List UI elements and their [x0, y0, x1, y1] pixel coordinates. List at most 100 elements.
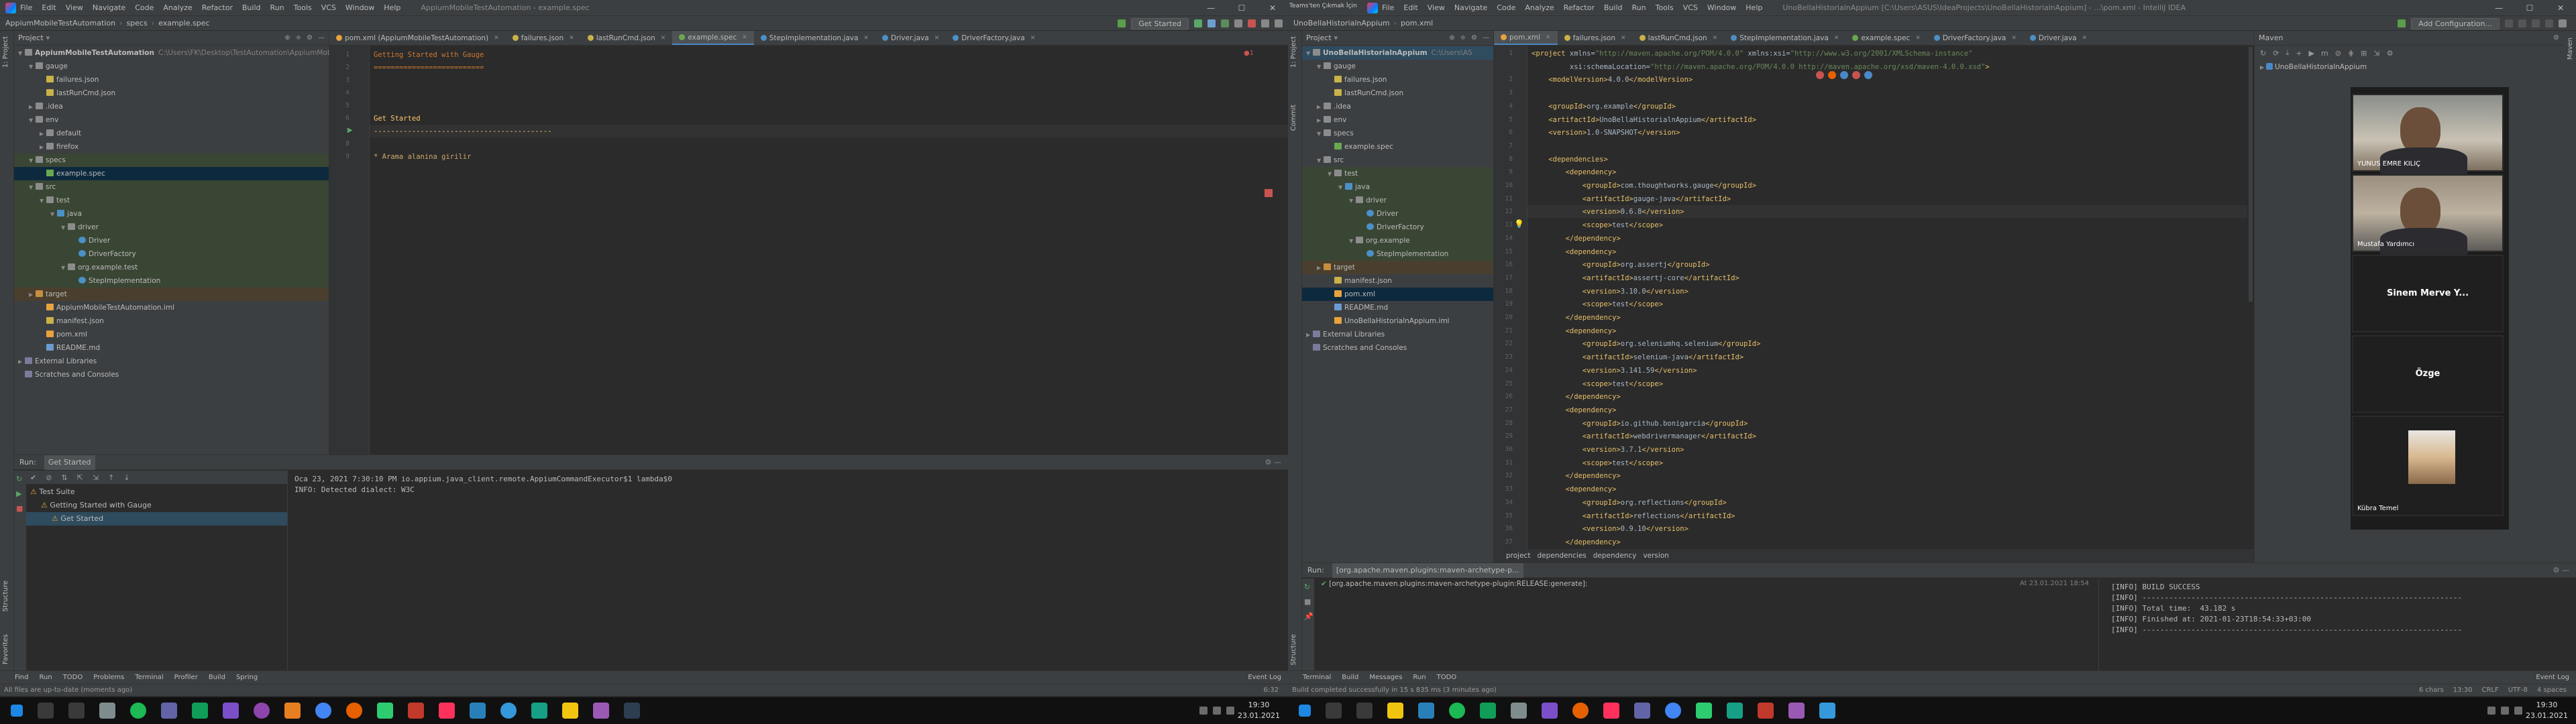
close-tab-icon[interactable]: ✕	[494, 31, 499, 46]
build-hammer-icon[interactable]	[2398, 19, 2406, 27]
xml-breadcrumb-item[interactable]: dependency	[1593, 552, 1637, 560]
bottom-tab-todo[interactable]: TODO	[1437, 674, 1457, 681]
run-icon[interactable]	[2505, 19, 2513, 27]
tree-item[interactable]: Driver	[1302, 207, 1493, 221]
menu-code[interactable]: Code	[1497, 3, 1515, 12]
tree-item[interactable]: ▼ env	[14, 113, 329, 127]
xml-breadcrumb-item[interactable]: dependencies	[1537, 552, 1586, 560]
maximize-icon[interactable]: ☐	[2514, 0, 2545, 16]
taskbar-clock[interactable]: 19:30 23.01.2021	[2526, 700, 2568, 721]
stop-run-icon[interactable]: ■	[1304, 597, 1311, 606]
menu-navigate[interactable]: Navigate	[1454, 3, 1487, 12]
chrome-icon[interactable]	[1665, 703, 1681, 719]
tree-item[interactable]: ▼ gauge	[14, 60, 329, 73]
generate-sources-icon[interactable]: ⟳	[2273, 49, 2279, 58]
status-indicator[interactable]: 6 chars	[2419, 686, 2444, 694]
menu-edit[interactable]: Edit	[42, 3, 56, 12]
editor-tab[interactable]: Driver.java ✕	[2023, 31, 2094, 45]
close-tab-icon[interactable]: ✕	[1621, 31, 1626, 46]
run-gutter-icon[interactable]: ▶	[347, 127, 353, 134]
firefox-preview-icon[interactable]	[1828, 71, 1836, 79]
outlook-icon[interactable]	[1819, 703, 1835, 719]
calculator-icon[interactable]	[1511, 703, 1527, 719]
project-panel-title[interactable]: Project	[1306, 34, 1332, 42]
bottom-tab-spring[interactable]: Spring	[236, 674, 258, 681]
show-passed-icon[interactable]: ✔	[30, 473, 36, 482]
event-log-tab[interactable]: Event Log	[1248, 674, 1281, 681]
tree-item[interactable]: ▶ target	[14, 288, 329, 301]
menu-run[interactable]: Run	[270, 3, 284, 12]
debug-icon[interactable]	[2518, 19, 2526, 27]
maven-project-item[interactable]: ▶ UnoBellaHistorialnAppium	[2260, 63, 2367, 71]
run-console[interactable]: Oca 23, 2021 7:30:10 PM io.appium.java_c…	[290, 471, 1275, 670]
close-tab-icon[interactable]: ✕	[934, 31, 940, 46]
hide-icon[interactable]: —	[1483, 34, 1489, 42]
editor-tab[interactable]: StepImplementation.java ✕	[1724, 31, 1845, 45]
volume-icon[interactable]	[1213, 707, 1221, 715]
test-tree-item[interactable]: ⚠ Test Suite	[26, 485, 287, 499]
expand-arrow-icon[interactable]: ▼	[29, 181, 36, 194]
close-tab-icon[interactable]: ✕	[2082, 31, 2088, 46]
edge-preview-icon[interactable]	[1840, 71, 1848, 79]
tree-item[interactable]: ▼ AppiumMobileTestAutomation C:\Users\FK\D…	[14, 46, 419, 60]
tree-item[interactable]: ▼ src	[14, 180, 329, 194]
expand-icon[interactable]: ⇱	[77, 473, 83, 482]
tree-item[interactable]: Driver	[14, 234, 329, 247]
expand-arrow-icon[interactable]: ▼	[1317, 60, 1324, 74]
tree-item[interactable]: ▼ driver	[1302, 194, 1493, 207]
close-tab-icon[interactable]: ✕	[742, 30, 747, 45]
tree-item[interactable]: AppiumMobileTestAutomation.iml	[14, 301, 329, 314]
skip-tests-icon[interactable]: ⋕	[2348, 49, 2354, 58]
editor-tab[interactable]: failures.json ✕	[1558, 31, 1633, 45]
git-icon[interactable]	[408, 703, 424, 719]
outlook-icon[interactable]	[470, 703, 486, 719]
project-structure-icon[interactable]	[1261, 19, 1269, 27]
status-indicator[interactable]: UTF-8	[2508, 686, 2528, 694]
run-settings-gear-icon[interactable]: ⚙ —	[1265, 458, 1281, 467]
tree-item[interactable]: ▶ .idea	[14, 100, 329, 113]
expand-arrow-icon[interactable]: ▼	[61, 221, 68, 235]
spotify-icon[interactable]	[1449, 703, 1465, 719]
editor-tab[interactable]: DriverFactory.java ✕	[1927, 31, 2023, 45]
menu-window[interactable]: Window	[345, 3, 374, 12]
menu-build[interactable]: Build	[1604, 3, 1623, 12]
tree-item[interactable]: pom.xml	[1302, 288, 1493, 301]
tree-item[interactable]: ▶ firefox	[14, 140, 329, 154]
intellij-taskbar-icon[interactable]	[1603, 703, 1619, 719]
tree-item[interactable]: ▼ java	[14, 207, 329, 221]
expand-arrow-icon[interactable]: ▶	[29, 101, 36, 114]
menu-window[interactable]: Window	[1707, 3, 1736, 12]
add-icon[interactable]: +	[2296, 49, 2302, 58]
commit-tool-tab[interactable]: Commit	[1290, 105, 1297, 131]
expand-arrow-icon[interactable]: ▼	[1306, 47, 1313, 60]
status-indicator[interactable]: 13:30	[2453, 686, 2473, 694]
folder-icon[interactable]	[562, 703, 578, 719]
expand-arrow-icon[interactable]: ▶	[29, 288, 36, 302]
close-tab-icon[interactable]: ✕	[1915, 31, 1921, 46]
bottom-tab-run[interactable]: Run	[40, 674, 52, 681]
tree-item[interactable]: StepImplementation	[14, 274, 329, 288]
run-config-tab[interactable]: Get Started	[44, 455, 95, 470]
tree-item[interactable]: ▼ test	[14, 194, 329, 207]
settings-gear-icon[interactable]: ⚙	[2553, 34, 2559, 42]
battery-icon[interactable]	[1226, 707, 1234, 715]
download-icon[interactable]: ⤓	[2286, 48, 2289, 58]
participant-tile[interactable]: Sinem Merve Y...	[2352, 255, 2504, 333]
run-console[interactable]: [INFO] BUILD SUCCESS [INFO] -------------…	[2107, 579, 2563, 670]
rerun-icon[interactable]: ↻	[1304, 583, 1310, 591]
expand-arrow-icon[interactable]: ▶	[1306, 328, 1313, 342]
expand-arrow-icon[interactable]: ▼	[1317, 154, 1324, 168]
expand-arrow-icon[interactable]: ▶	[40, 127, 46, 141]
expand-arrow-icon[interactable]: ▼	[61, 261, 68, 275]
minimize-icon[interactable]: —	[2483, 0, 2514, 16]
menu-code[interactable]: Code	[135, 3, 154, 12]
menu-refactor[interactable]: Refactor	[202, 3, 233, 12]
bottom-tab-todo[interactable]: TODO	[63, 674, 83, 681]
search-taskbar-icon[interactable]	[38, 703, 54, 719]
expand-arrow-icon[interactable]: ▶	[1317, 114, 1324, 127]
tree-item[interactable]: ▼ test	[1302, 167, 1493, 180]
test-tree-item[interactable]: ⚠ Getting Started with Gauge	[26, 499, 287, 512]
firefox-icon[interactable]	[346, 703, 362, 719]
tree-item[interactable]: lastRunCmd.json	[14, 86, 329, 100]
rerun-icon[interactable]: ↻	[16, 475, 22, 483]
